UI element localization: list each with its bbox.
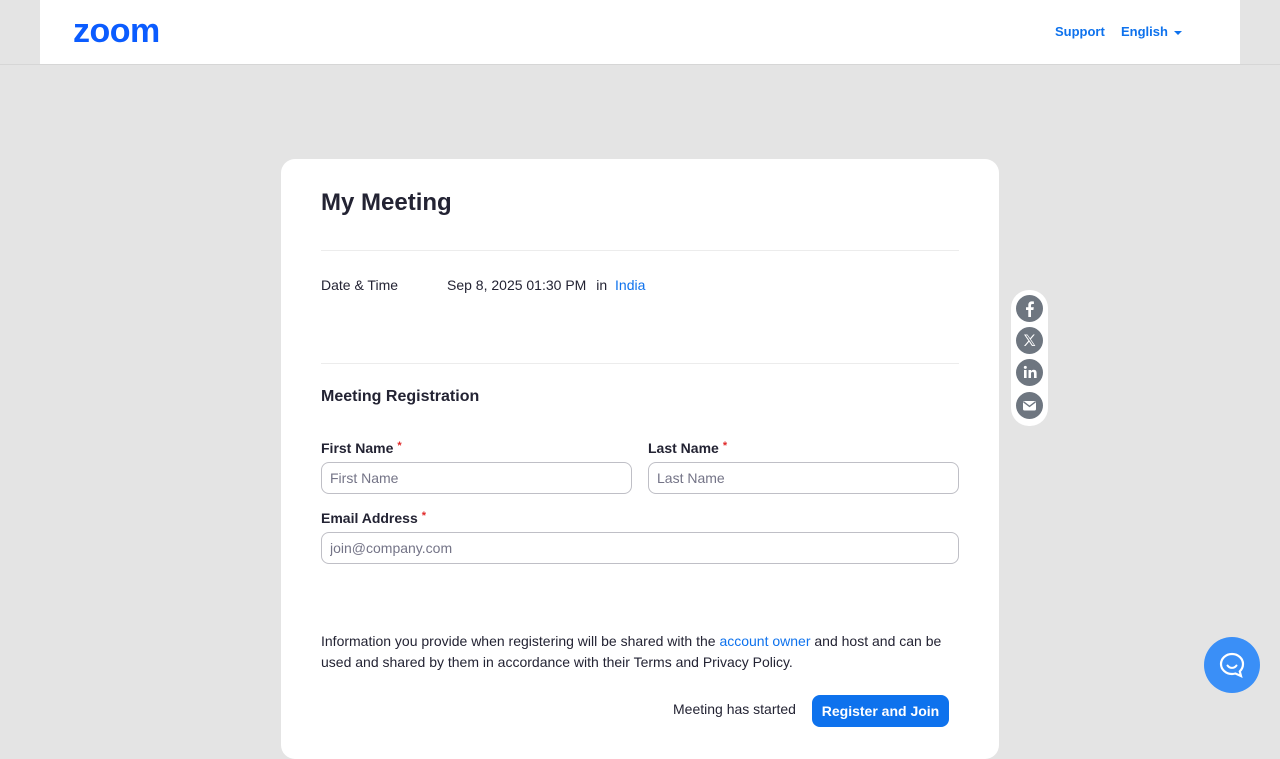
language-label: English bbox=[1121, 24, 1168, 39]
linkedin-icon[interactable] bbox=[1016, 359, 1043, 386]
privacy-notice: Information you provide when registering… bbox=[321, 631, 961, 673]
section-title: Meeting Registration bbox=[321, 388, 480, 405]
email-label-text: Email Address bbox=[321, 510, 418, 526]
email-icon[interactable] bbox=[1016, 392, 1043, 419]
required-mark: * bbox=[722, 440, 728, 452]
divider bbox=[321, 250, 959, 251]
datetime-text: Sep 8, 2025 01:30 PM bbox=[447, 277, 587, 293]
email-input[interactable] bbox=[321, 532, 959, 564]
first-name-input[interactable] bbox=[321, 462, 632, 494]
support-link[interactable]: Support bbox=[1055, 24, 1105, 39]
caret-down-icon bbox=[1173, 30, 1182, 35]
register-and-join-button[interactable]: Register and Join bbox=[812, 695, 949, 727]
chat-bubble-icon[interactable] bbox=[1204, 637, 1260, 693]
zoom-logo[interactable]: zoom bbox=[73, 14, 160, 48]
required-mark: * bbox=[397, 440, 402, 452]
last-name-input[interactable] bbox=[648, 462, 959, 494]
divider bbox=[321, 363, 959, 364]
header-background: zoom Support English bbox=[0, 0, 1280, 65]
share-bar bbox=[1011, 290, 1048, 426]
language-dropdown[interactable]: English bbox=[1121, 24, 1182, 39]
first-name-label: First Name * bbox=[321, 440, 402, 456]
required-mark: * bbox=[421, 510, 427, 522]
meeting-status: Meeting has started bbox=[673, 701, 796, 717]
notice-text: Information you provide when registering… bbox=[321, 633, 716, 649]
last-name-label: Last Name * bbox=[648, 440, 727, 456]
in-text: in bbox=[596, 277, 608, 293]
last-name-label-text: Last Name bbox=[648, 440, 719, 456]
x-icon[interactable] bbox=[1016, 327, 1043, 354]
timezone-link[interactable]: India bbox=[615, 277, 645, 293]
account-owner-link[interactable]: account owner bbox=[719, 633, 810, 649]
facebook-icon[interactable] bbox=[1016, 295, 1043, 322]
page-title: My Meeting bbox=[321, 189, 452, 216]
registration-card: My Meeting Date & Time Sep 8, 2025 01:30… bbox=[281, 159, 999, 759]
email-label: Email Address * bbox=[321, 510, 426, 526]
header: zoom Support English bbox=[40, 0, 1240, 64]
datetime-value: Sep 8, 2025 01:30 PM in India bbox=[447, 277, 645, 293]
first-name-label-text: First Name bbox=[321, 440, 394, 456]
datetime-label: Date & Time bbox=[321, 277, 399, 293]
